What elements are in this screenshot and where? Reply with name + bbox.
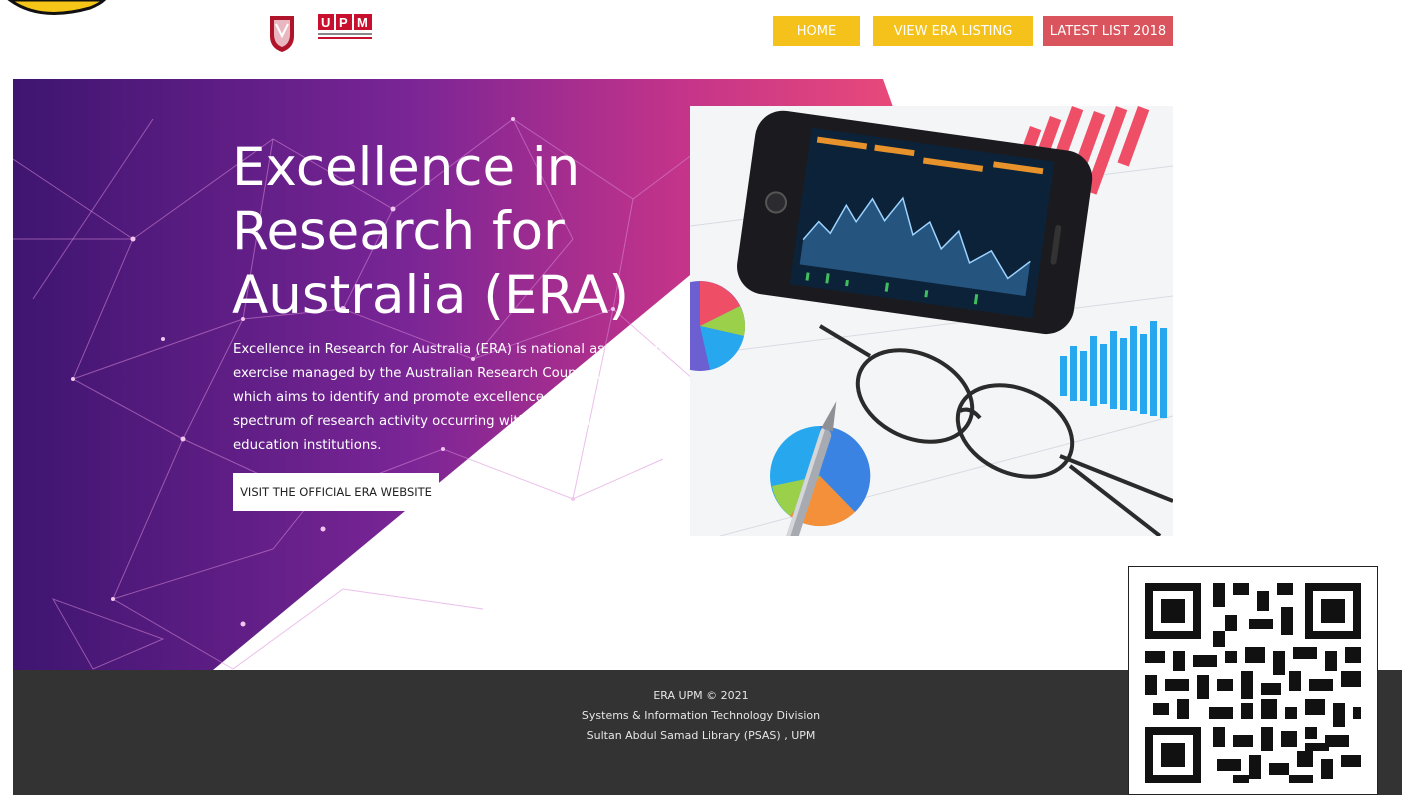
nav-latest-list-button[interactable]: LATEST LIST 2018	[1043, 16, 1173, 46]
upm-logo[interactable]: U P M	[262, 6, 384, 62]
nav-view-era-listing-button[interactable]: VIEW ERA LISTING	[873, 16, 1033, 46]
svg-text:U: U	[321, 15, 330, 30]
svg-text:M: M	[357, 15, 368, 30]
hero-description: Excellence in Research for Australia (ER…	[233, 342, 668, 453]
svg-text:P: P	[339, 15, 348, 30]
corner-badge	[0, 0, 120, 20]
visit-official-era-website-button[interactable]: VISIT THE OFFICIAL ERA WEBSITE	[233, 473, 439, 511]
hero-section: Excellence in Research for Australia (ER…	[13, 79, 1173, 670]
nav-home-button[interactable]: HOME	[773, 16, 860, 46]
smartphone-charts-glasses-photo	[690, 106, 1173, 536]
hero-title: Excellence in Research for Australia (ER…	[232, 137, 630, 326]
qr-code-icon	[1128, 566, 1378, 795]
